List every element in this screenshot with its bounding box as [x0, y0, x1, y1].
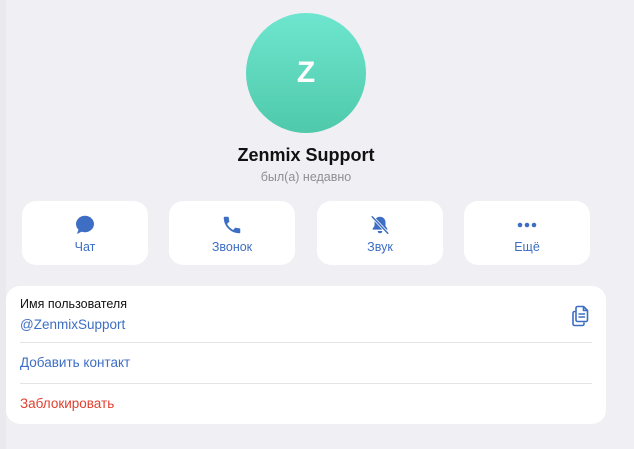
- chat-button-label: Чат: [74, 240, 96, 254]
- divider: [20, 383, 592, 384]
- username-value[interactable]: @ZenmixSupport: [20, 317, 125, 332]
- sound-button[interactable]: Звук: [317, 201, 443, 265]
- more-dots-icon: [515, 214, 539, 236]
- copy-icon: [569, 305, 593, 332]
- username-label: Имя пользователя: [20, 297, 127, 311]
- block-user-button[interactable]: Заблокировать: [20, 396, 114, 411]
- call-button[interactable]: Звонок: [169, 201, 295, 265]
- more-button[interactable]: Ещё: [464, 201, 590, 265]
- more-button-label: Ещё: [514, 240, 540, 254]
- chat-button[interactable]: Чат: [22, 201, 148, 265]
- avatar: Z: [246, 13, 366, 133]
- call-button-label: Звонок: [211, 240, 253, 254]
- contact-info-card: Имя пользователя @ZenmixSupport Добавить…: [6, 286, 606, 424]
- bell-muted-icon: [369, 214, 391, 236]
- contact-name: Zenmix Support: [237, 145, 375, 165]
- sound-button-label: Звук: [367, 240, 393, 254]
- copy-username-button[interactable]: [569, 304, 593, 328]
- avatar-letter: Z: [296, 56, 316, 89]
- phone-icon: [221, 214, 243, 236]
- last-seen-status: был(а) недавно: [260, 170, 352, 184]
- add-contact-button[interactable]: Добавить контакт: [20, 355, 130, 370]
- chat-bubble-icon: [74, 214, 96, 236]
- divider: [20, 342, 592, 343]
